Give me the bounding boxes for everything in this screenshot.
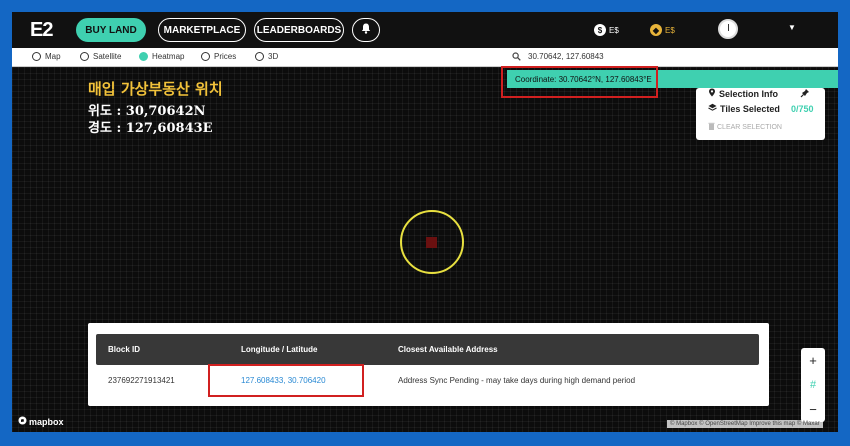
app-logo[interactable]: E2 [30,19,53,42]
avatar[interactable] [718,19,738,39]
gold-coin-icon: ◆ [650,24,662,36]
pin-icon[interactable] [800,88,810,100]
map-pin-icon [708,88,716,99]
clear-selection-button[interactable]: CLEAR SELECTION [708,122,782,132]
tiles-selected-label: Tiles Selected [720,103,780,114]
map-mode-bar: Map Satellite Heatmap Prices 3D 30.70642… [12,48,838,67]
mode-3d[interactable]: 3D [255,52,278,61]
lng-lat-highlight-box [208,364,364,397]
mode-heatmap[interactable]: Heatmap [139,52,184,61]
radio-icon[interactable] [32,52,41,61]
mode-label: Prices [214,52,237,61]
chevron-down-icon[interactable]: ▼ [788,23,796,32]
mode-satellite[interactable]: Satellite [80,52,121,61]
mapbox-logo[interactable]: mapbox [18,416,64,427]
bell-icon [361,23,371,37]
mapbox-mark-icon [18,416,27,427]
marketplace-button[interactable]: MARKETPLACE [158,18,246,42]
mode-label: Heatmap [152,52,185,61]
layers-icon [708,103,717,114]
radio-icon[interactable] [201,52,210,61]
mode-label: Map [45,52,61,61]
overlay-longitude: 경도 : 127,60843E [88,121,213,136]
selection-info-title: Selection Info [719,88,779,99]
mode-prices[interactable]: Prices [201,52,236,61]
es-balance-label: E$ [609,25,619,35]
tiles-selected-row: Tiles Selected [708,103,780,114]
buy-land-button[interactable]: BUY LAND [76,18,146,42]
selected-tile-marker[interactable] [426,237,437,248]
selection-panel: Selection Info Tiles Selected 0/750 CLEA… [696,88,825,140]
search-icon[interactable] [512,52,521,63]
column-header-address: Closest Available Address [398,345,498,354]
overlay-title: 매입 가상부동산 위치 [88,80,223,98]
notifications-button[interactable] [352,18,380,42]
mapbox-label: mapbox [29,416,64,427]
app-window: E2 BUY LAND MARKETPLACE LEADERBOARDS $ E… [12,12,838,432]
tiles-selected-count: 0/750 [791,104,814,114]
selection-info-header: Selection Info [708,88,778,99]
coordinate-highlight-box [501,66,658,98]
zoom-in-button[interactable]: + [801,348,825,372]
gold-balance-label: E$ [665,25,675,35]
map-attribution[interactable]: © Mapbox © OpenStreetMap Improve this ma… [667,420,823,428]
mode-label: Satellite [93,52,122,61]
leaderboards-button[interactable]: LEADERBOARDS [254,18,344,42]
gold-balance[interactable]: ◆ E$ [650,24,675,36]
column-header-lng-lat: Longitude / Latitude [241,345,318,354]
zoom-controls: + # − [801,348,825,422]
grid-toggle-button[interactable]: # [801,373,825,397]
radio-icon[interactable] [80,52,89,61]
dollar-coin-icon: $ [594,24,606,36]
address-cell: Address Sync Pending - may take days dur… [398,376,636,385]
radio-icon[interactable] [139,52,148,61]
trash-icon [708,122,715,132]
search-input[interactable]: 30.70642, 127.60843 [528,52,604,61]
es-balance[interactable]: $ E$ [594,24,619,36]
block-id-cell: 237692271913421 [108,376,175,385]
mode-label: 3D [268,52,279,61]
top-navbar: E2 BUY LAND MARKETPLACE LEADERBOARDS $ E… [12,12,838,48]
column-header-block-id: Block ID [108,345,141,354]
radio-icon[interactable] [255,52,264,61]
table-header: Block ID Longitude / Latitude Closest Av… [96,334,759,365]
mode-map[interactable]: Map [32,52,61,61]
block-info-table: Block ID Longitude / Latitude Closest Av… [88,323,769,406]
zoom-out-button[interactable]: − [801,397,825,421]
clear-selection-label: CLEAR SELECTION [717,123,782,131]
